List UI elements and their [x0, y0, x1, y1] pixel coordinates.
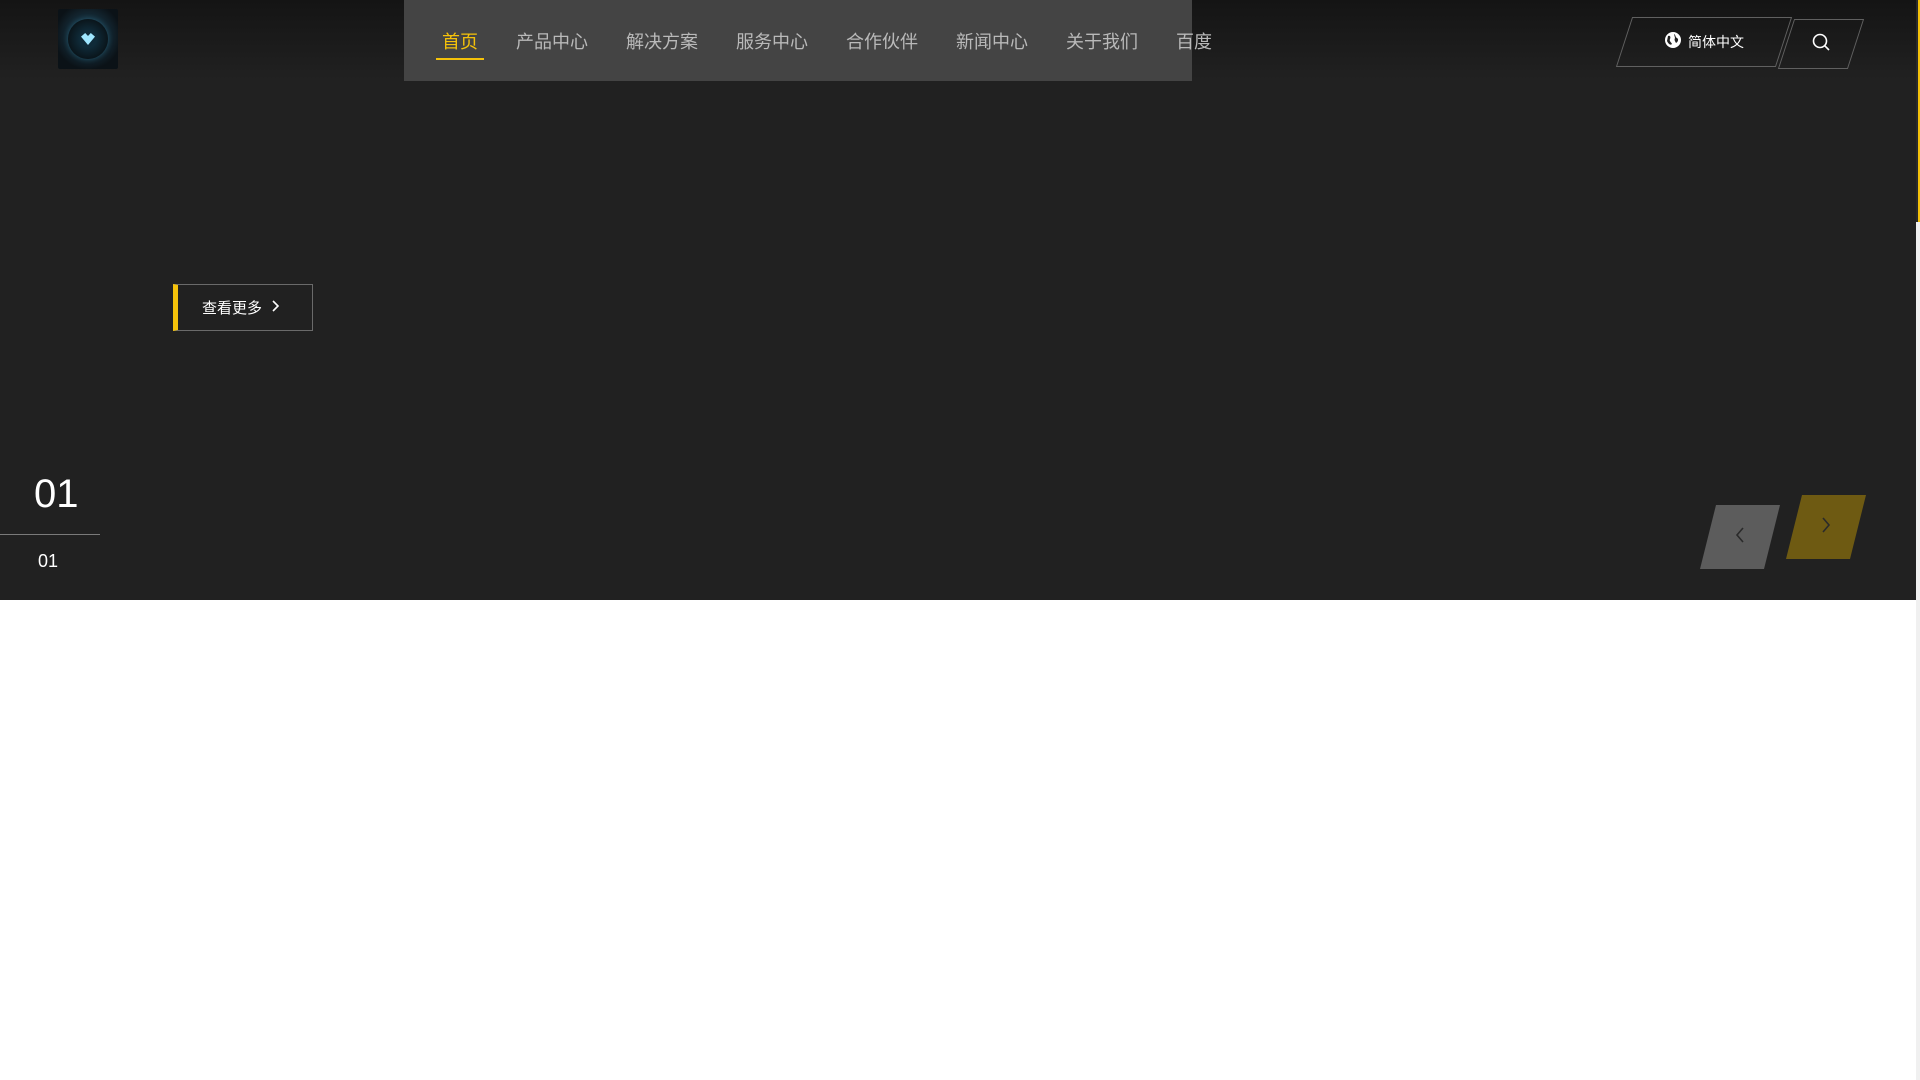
language-switch-button[interactable]: 简体中文: [1615, 17, 1793, 67]
view-more-button[interactable]: 查看更多: [173, 284, 313, 331]
logo-emblem: [68, 19, 108, 59]
chevron-right-icon: [270, 299, 280, 317]
main-nav: 首页 产品中心 解决方案 服务中心 合作伙伴 新闻中心 关于我们 百度: [404, 0, 1212, 81]
language-label: 简体中文: [1688, 35, 1744, 51]
slide-next-button[interactable]: [1786, 495, 1866, 559]
hero-banner: 首页 产品中心 解决方案 服务中心 合作伙伴 新闻中心 关于我们 百度 简体中文: [0, 0, 1916, 600]
slide-counter-divider: [0, 534, 100, 535]
site-logo[interactable]: [58, 9, 118, 69]
nav-item-services[interactable]: 服务中心: [717, 0, 827, 81]
nav-item-baidu[interactable]: 百度: [1157, 0, 1231, 81]
nav-item-about[interactable]: 关于我们: [1047, 0, 1157, 81]
nav-item-solutions[interactable]: 解决方案: [607, 0, 717, 81]
search-icon: [1811, 32, 1831, 56]
page-scrollbar-thumb[interactable]: [1916, 0, 1920, 222]
chevron-left-icon: [1734, 526, 1746, 548]
globe-icon: [1664, 31, 1682, 53]
slide-current-number: 01: [34, 472, 79, 516]
view-more-label: 查看更多: [202, 299, 263, 317]
chevron-right-icon: [1820, 516, 1832, 538]
nav-item-products[interactable]: 产品中心: [497, 0, 607, 81]
gem-logo-icon: [81, 33, 95, 45]
nav-item-partners[interactable]: 合作伙伴: [827, 0, 937, 81]
slide-prev-button[interactable]: [1700, 505, 1780, 569]
nav-item-home[interactable]: 首页: [423, 0, 497, 81]
slide-total-number: 01: [38, 551, 59, 571]
nav-item-news[interactable]: 新闻中心: [937, 0, 1047, 81]
